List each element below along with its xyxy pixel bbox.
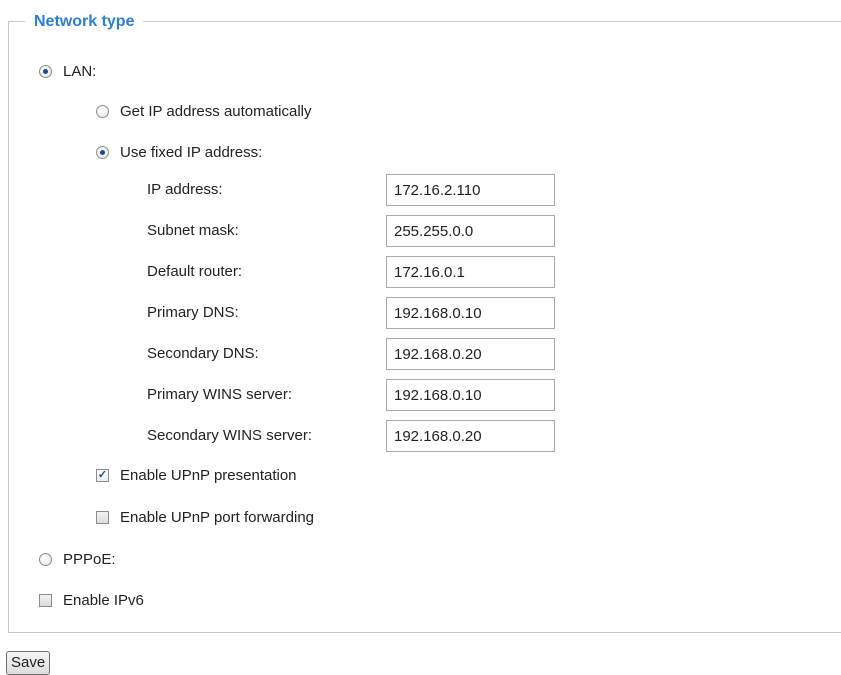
secondary-dns-input[interactable] [386,338,555,370]
save-button[interactable]: Save [6,651,51,675]
primary-wins-input[interactable] [386,379,555,411]
use-fixed-ip-radio[interactable] [96,145,109,159]
subnet-mask-input[interactable] [386,215,555,247]
pppoe-label: PPPoE: [63,550,116,568]
ipv6-option[interactable]: Enable IPv6 [39,588,144,612]
ipv6-label: Enable IPv6 [63,591,144,609]
primary-dns-label: Primary DNS: [147,304,239,321]
use-fixed-ip-label: Use fixed IP address: [120,143,263,161]
get-ip-auto-option[interactable]: Get IP address automatically [96,99,311,123]
upnp-port-forwarding-option[interactable]: Enable UPnP port forwarding [96,505,314,529]
upnp-presentation-option[interactable]: ✓ Enable UPnP presentation [96,463,297,487]
pppoe-radio[interactable] [39,552,52,566]
get-ip-auto-radio[interactable] [96,104,109,118]
primary-wins-label: Primary WINS server: [147,386,293,403]
lan-option[interactable]: LAN: [39,59,96,83]
secondary-dns-label: Secondary DNS: [147,345,259,362]
upnp-port-forwarding-label: Enable UPnP port forwarding [120,508,315,526]
default-router-label: Default router: [147,263,243,280]
pppoe-option[interactable]: PPPoE: [39,547,116,571]
ip-address-input[interactable] [386,174,555,206]
upnp-port-forwarding-checkbox[interactable] [96,510,109,524]
default-router-input[interactable] [386,256,555,288]
ip-address-label: IP address: [147,181,223,198]
use-fixed-ip-option[interactable]: Use fixed IP address: [96,140,262,164]
upnp-presentation-checkbox[interactable]: ✓ [96,468,109,482]
primary-dns-input[interactable] [386,297,555,329]
lan-radio[interactable] [39,64,52,78]
get-ip-auto-label: Get IP address automatically [120,102,312,120]
network-type-legend: Network type [25,12,144,32]
upnp-presentation-label: Enable UPnP presentation [120,466,297,484]
lan-label: LAN: [63,62,97,80]
secondary-wins-input[interactable] [386,420,555,452]
ipv6-checkbox[interactable] [39,593,52,607]
secondary-wins-label: Secondary WINS server: [147,427,313,444]
subnet-mask-label: Subnet mask: [147,222,239,239]
